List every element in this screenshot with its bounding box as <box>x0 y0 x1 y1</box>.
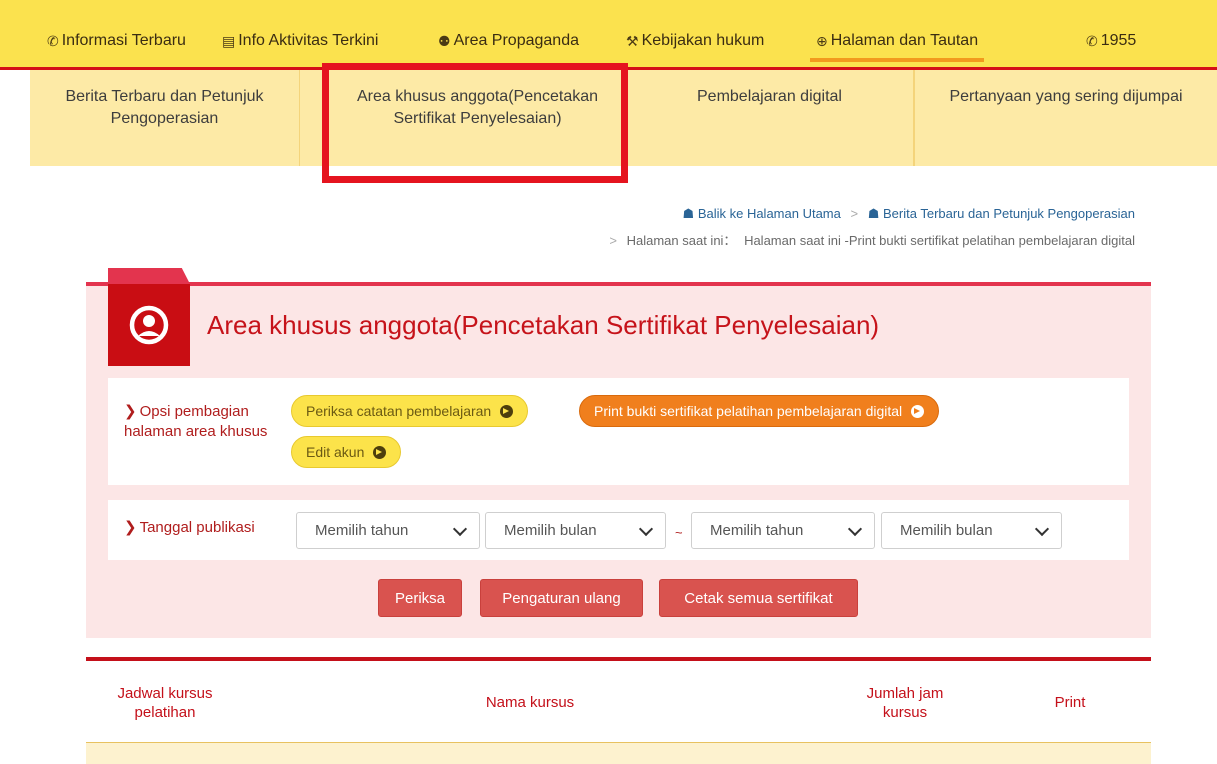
option-edit-akun[interactable]: Edit akun <box>291 436 402 468</box>
top-nav-bar: ✆ Informasi Terbaru ▤ Info Aktivitas Ter… <box>0 0 1217 70</box>
topnav-kebijakan-hukum[interactable]: ⚒ Kebijakan hukum <box>626 32 764 50</box>
breadcrumb-current-prefix: Halaman saat ini： <box>626 233 737 248</box>
user-circle-icon <box>129 305 169 345</box>
start-year-select[interactable]: Memilih tahun <box>296 512 480 549</box>
column-header-nama: Nama kursus <box>485 694 575 711</box>
opsi-label-text: Opsi pembagian halaman area khusus <box>124 403 268 440</box>
topnav-halaman-dan-tautan[interactable]: ⊕ Halaman dan Tautan <box>809 32 985 62</box>
topnav-label: Kebijakan hukum <box>641 32 765 49</box>
opsi-label: ❯ Opsi pembagian halaman area khusus <box>124 402 284 442</box>
select-value: Memilih tahun <box>710 522 804 539</box>
breadcrumb-current: > Halaman saat ini： Halaman saat ini -Pr… <box>603 230 1135 249</box>
option-label: Periksa catatan pembelajaran <box>306 403 492 419</box>
range-separator: ~ <box>675 525 683 540</box>
topnav-label: 1955 <box>1100 32 1137 49</box>
select-value: Memilih tahun <box>315 522 409 539</box>
arrow-circle-icon <box>500 404 514 418</box>
option-print-sertifikat[interactable]: Print bukti sertifikat pelatihan pembela… <box>579 395 940 427</box>
arrow-circle-icon <box>911 404 925 418</box>
chevron-down-icon <box>847 521 863 537</box>
print-all-button[interactable]: Cetak semua sertifikat <box>659 579 858 617</box>
chevron-right-icon: ❯ <box>124 519 137 536</box>
lifebuoy-icon: ⊕ <box>816 32 828 49</box>
option-label: Print bukti sertifikat pelatihan pembela… <box>594 403 903 419</box>
panel-icon-box <box>108 284 190 366</box>
start-month-select[interactable]: Memilih bulan <box>485 512 666 549</box>
breadcrumb-home-link[interactable]: ☗ Balik ke Halaman Utama <box>683 206 841 221</box>
chevron-down-icon <box>452 521 468 537</box>
option-periksa-catatan[interactable]: Periksa catatan pembelajaran <box>291 395 529 427</box>
subtab-label: Pertanyaan yang sering dijumpai <box>949 88 1183 105</box>
topnav-info-aktivitas[interactable]: ▤ Info Aktivitas Terkini <box>222 32 378 50</box>
end-month-select[interactable]: Memilih bulan <box>881 512 1062 549</box>
select-value: Memilih bulan <box>504 522 597 539</box>
panel-title: Area khusus anggota(Pencetakan Sertifika… <box>207 310 880 340</box>
subtab-pembelajaran[interactable]: Pembelajaran digital <box>626 70 914 166</box>
subtab-faq[interactable]: Pertanyaan yang sering dijumpai <box>914 70 1217 166</box>
date-label-text: Tanggal publikasi <box>139 519 255 536</box>
topnav-informasi-terbaru[interactable]: ✆ Informasi Terbaru <box>47 32 186 50</box>
check-button[interactable]: Periksa <box>378 579 462 617</box>
topnav-label: Halaman dan Tautan <box>830 32 979 49</box>
highlight-annotation-box <box>322 63 628 183</box>
topnav-hotline[interactable]: ✆ 1955 <box>1086 32 1136 50</box>
home-icon: ☗ <box>682 206 695 221</box>
chevron-down-icon <box>1034 521 1050 537</box>
breadcrumb-separator: > <box>850 206 859 221</box>
gavel-icon: ⚒ <box>626 32 639 49</box>
breadcrumb-separator: > <box>609 233 617 248</box>
column-header-jumlah-jam: Jumlah jam kursus <box>866 685 944 721</box>
breadcrumb: ☗ Balik ke Halaman Utama > ☗ Berita Terb… <box>683 206 1135 222</box>
megaphone-icon: ✆ <box>47 32 59 49</box>
column-header-jadwal: Jadwal kursus pelatihan <box>117 685 213 721</box>
subtab-berita[interactable]: Berita Terbaru dan Petunjuk Pengoperasia… <box>30 70 300 166</box>
microphone-icon: ⚉ <box>438 32 451 49</box>
table-top-border <box>86 657 1151 661</box>
topnav-area-propaganda[interactable]: ⚉ Area Propaganda <box>438 32 579 50</box>
panel-tab-accent <box>108 268 190 284</box>
reset-button[interactable]: Pengaturan ulang <box>480 579 643 617</box>
whatsapp-icon: ✆ <box>1086 32 1098 49</box>
select-value: Memilih bulan <box>900 522 993 539</box>
topnav-label: Info Aktivitas Terkini <box>238 32 379 49</box>
subtab-label: Berita Terbaru dan Petunjuk Pengoperasia… <box>65 88 264 127</box>
topnav-label: Informasi Terbaru <box>61 32 186 49</box>
arrow-circle-icon <box>373 445 387 459</box>
breadcrumb-section-label: Berita Terbaru dan Petunjuk Pengoperasia… <box>883 206 1135 221</box>
breadcrumb-section-link[interactable]: ☗ Berita Terbaru dan Petunjuk Pengoperas… <box>868 206 1135 221</box>
subtab-label: Pembelajaran digital <box>697 88 842 105</box>
option-label: Edit akun <box>306 444 365 460</box>
chevron-down-icon <box>638 521 654 537</box>
table-first-row <box>86 742 1151 764</box>
column-header-print: Print <box>1054 694 1086 711</box>
chevron-right-icon: ❯ <box>124 403 137 420</box>
home-icon: ☗ <box>867 206 880 221</box>
breadcrumb-home-label: Balik ke Halaman Utama <box>697 206 841 221</box>
topnav-label: Area Propaganda <box>453 32 579 49</box>
end-year-select[interactable]: Memilih tahun <box>691 512 875 549</box>
breadcrumb-current-page: Halaman saat ini -Print bukti sertifikat… <box>744 233 1135 248</box>
newspaper-icon: ▤ <box>222 32 236 49</box>
date-label: ❯ Tanggal publikasi <box>124 518 255 538</box>
